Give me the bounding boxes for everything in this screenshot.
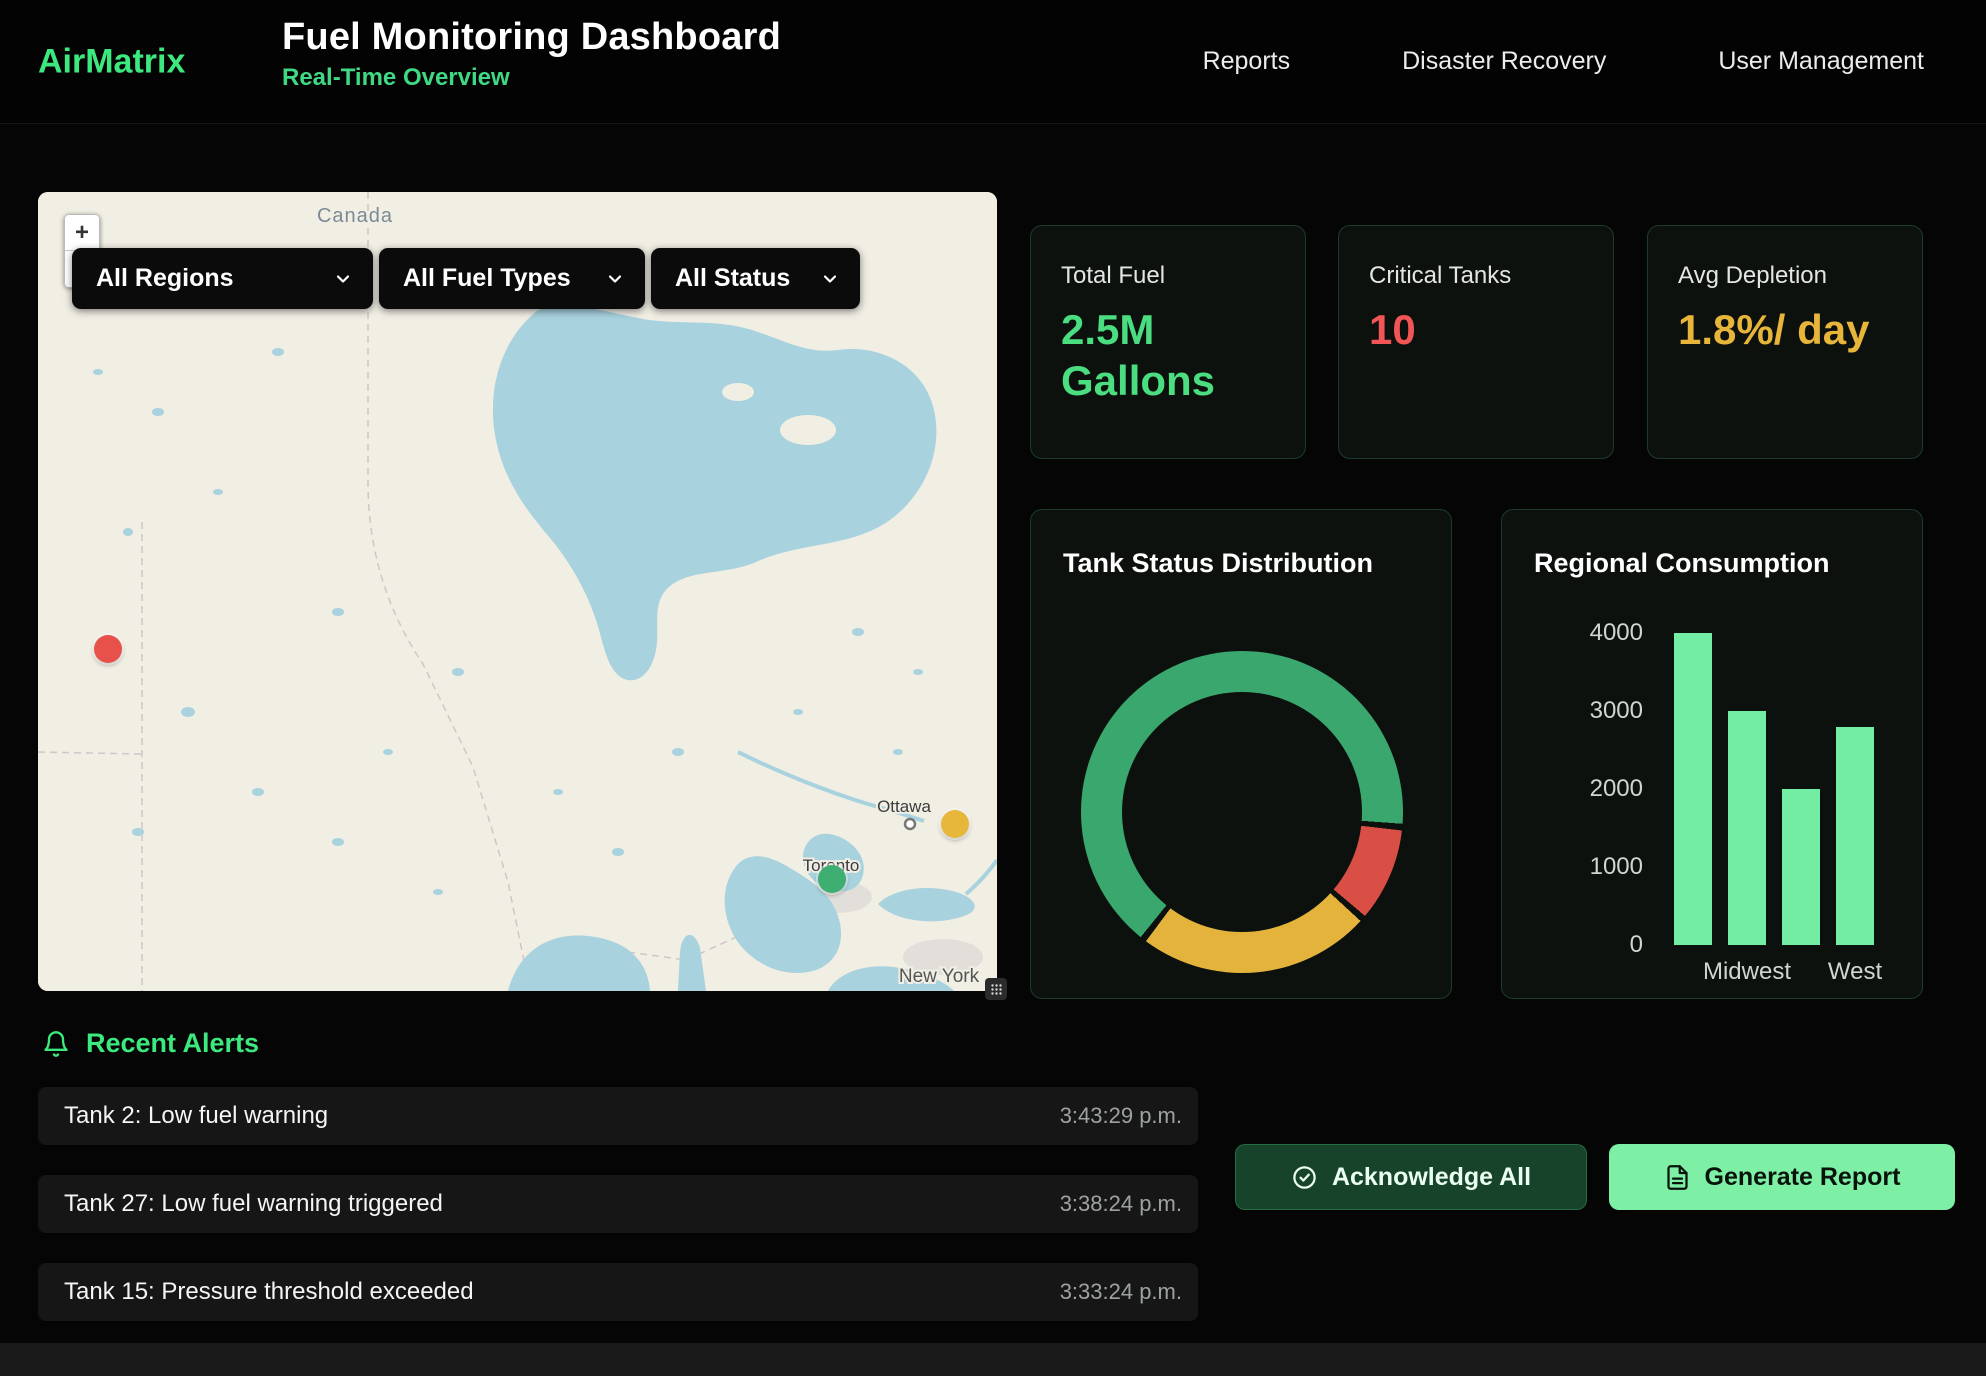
alert-timestamp: 3:33:24 p.m.: [1060, 1279, 1182, 1305]
tank-marker-warning[interactable]: [941, 810, 969, 838]
bar-plot: [1674, 633, 1874, 945]
nav-reports[interactable]: Reports: [1203, 47, 1291, 76]
bar-0: [1674, 633, 1712, 945]
alert-timestamp: 3:43:29 p.m.: [1060, 1103, 1182, 1129]
acknowledge-all-label: Acknowledge All: [1332, 1163, 1531, 1192]
main-nav: Reports Disaster Recovery User Managemen…: [1203, 0, 1924, 123]
donut-chart-title: Tank Status Distribution: [1063, 548, 1419, 579]
tank-marker-normal[interactable]: [818, 865, 846, 893]
app-header: AirMatrix Fuel Monitoring Dashboard Real…: [0, 0, 1986, 124]
alert-timestamp: 3:38:24 p.m.: [1060, 1191, 1182, 1217]
page-subtitle: Real-Time Overview: [282, 64, 781, 92]
y-axis-tick: 4000: [1502, 621, 1643, 645]
chevron-down-icon: [820, 269, 840, 289]
stat-value-avg-depletion: 1.8%/ day: [1678, 304, 1892, 355]
chevron-down-icon: [333, 269, 353, 289]
tank-marker-critical[interactable]: [94, 635, 122, 663]
footer-bar: [0, 1343, 1986, 1376]
generate-report-button[interactable]: Generate Report: [1609, 1144, 1955, 1210]
page-title: Fuel Monitoring Dashboard: [282, 16, 781, 59]
stat-card-total-fuel: Total Fuel 2.5M Gallons: [1030, 225, 1306, 459]
map-canvas: Canada Ottawa Toronto New York: [38, 192, 997, 991]
stat-label: Total Fuel: [1061, 262, 1275, 290]
alert-row[interactable]: Tank 2: Low fuel warning 3:43:29 p.m.: [38, 1087, 1198, 1145]
alert-message: Tank 2: Low fuel warning: [64, 1102, 328, 1130]
status-filter-label: All Status: [675, 264, 790, 293]
tank-status-card: Tank Status Distribution: [1030, 509, 1452, 999]
fuel-type-filter-dropdown[interactable]: All Fuel Types: [379, 248, 645, 309]
stat-label: Avg Depletion: [1678, 262, 1892, 290]
map-label-new-york: New York: [899, 966, 980, 987]
x-axis-label-west: West: [1785, 958, 1925, 986]
chevron-down-icon: [605, 269, 625, 289]
region-filter-label: All Regions: [96, 264, 234, 293]
bar-1: [1728, 711, 1766, 945]
brand-logo: AirMatrix: [38, 42, 185, 81]
check-circle-icon: [1291, 1164, 1318, 1191]
alert-message: Tank 15: Pressure threshold exceeded: [64, 1278, 474, 1306]
bell-icon: [42, 1030, 70, 1058]
grip-dots-icon: [990, 983, 1003, 996]
y-axis-tick: 2000: [1502, 777, 1643, 801]
donut-chart-hole: [1122, 692, 1362, 932]
status-filter-dropdown[interactable]: All Status: [651, 248, 860, 309]
stat-card-critical-tanks: Critical Tanks 10: [1338, 225, 1614, 459]
y-axis-tick: 1000: [1502, 855, 1643, 879]
dashboard-root: AirMatrix Fuel Monitoring Dashboard Real…: [0, 0, 1986, 1376]
alert-message: Tank 27: Low fuel warning triggered: [64, 1190, 443, 1218]
y-axis-tick: 0: [1502, 933, 1643, 957]
acknowledge-all-button[interactable]: Acknowledge All: [1235, 1144, 1587, 1210]
zoom-in-button[interactable]: +: [65, 215, 99, 251]
map-label-canada: Canada: [317, 205, 393, 227]
document-icon: [1664, 1164, 1691, 1191]
alert-row[interactable]: Tank 15: Pressure threshold exceeded 3:3…: [38, 1263, 1198, 1321]
map-label-ottawa: Ottawa: [877, 797, 931, 816]
stat-value-critical-tanks: 10: [1369, 304, 1583, 355]
title-block: Fuel Monitoring Dashboard Real-Time Over…: [282, 16, 781, 92]
bar-3: [1836, 727, 1874, 945]
y-axis-tick: 3000: [1502, 699, 1643, 723]
map-filter-bar: All Regions All Fuel Types All Status: [72, 248, 860, 309]
map-resize-handle[interactable]: [985, 978, 1007, 1000]
fuel-map[interactable]: Canada Ottawa Toronto New York + − All R…: [38, 192, 997, 991]
stat-card-avg-depletion: Avg Depletion 1.8%/ day: [1647, 225, 1923, 459]
alerts-title: Recent Alerts: [86, 1028, 259, 1059]
nav-user-management[interactable]: User Management: [1718, 47, 1924, 76]
fuel-type-filter-label: All Fuel Types: [403, 264, 571, 293]
generate-report-label: Generate Report: [1705, 1163, 1901, 1192]
bar-2: [1782, 789, 1820, 945]
bar-chart-title: Regional Consumption: [1534, 548, 1890, 579]
alerts-header: Recent Alerts: [42, 1028, 259, 1059]
region-filter-dropdown[interactable]: All Regions: [72, 248, 373, 309]
alert-row[interactable]: Tank 27: Low fuel warning triggered 3:38…: [38, 1175, 1198, 1233]
ottawa-city-dot: [905, 819, 915, 829]
stat-value-total-fuel: 2.5M Gallons: [1061, 304, 1275, 406]
regional-consumption-card: Regional Consumption 4000 3000 2000 1000…: [1501, 509, 1923, 999]
nav-disaster-recovery[interactable]: Disaster Recovery: [1402, 47, 1606, 76]
donut-chart-ring: [1081, 651, 1403, 973]
stat-label: Critical Tanks: [1369, 262, 1583, 290]
